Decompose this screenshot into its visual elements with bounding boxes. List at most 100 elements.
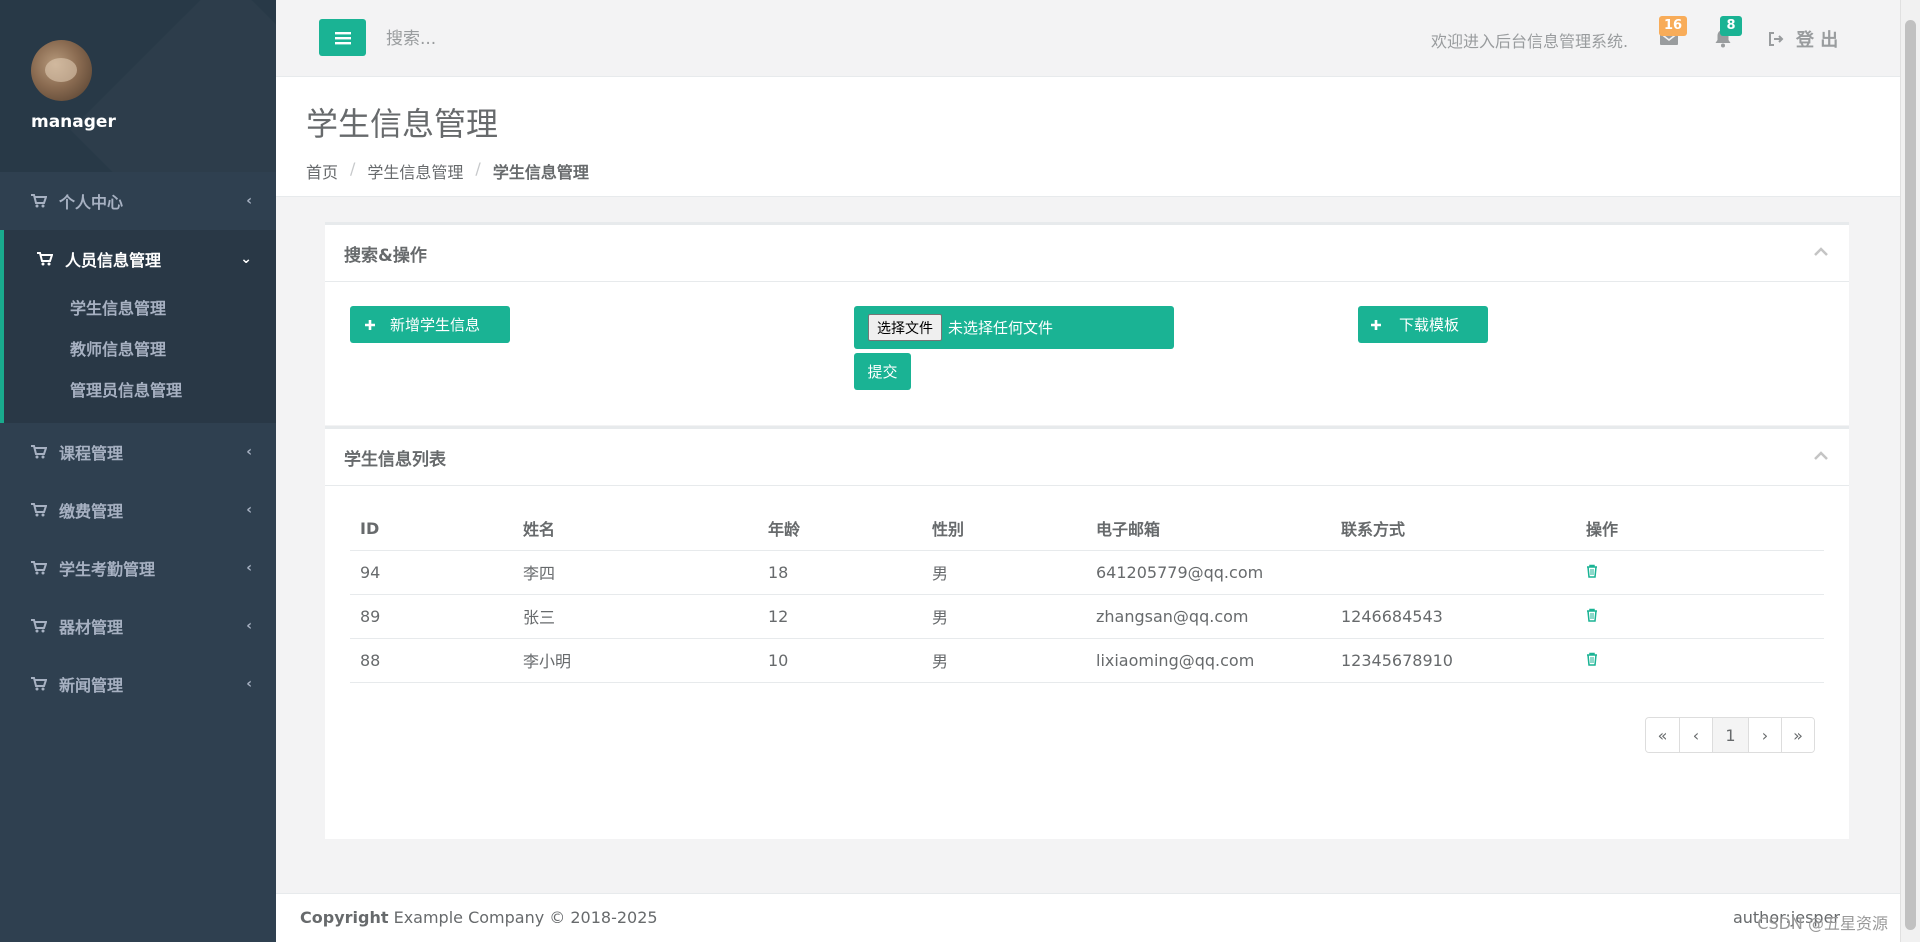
- panel-title-text: 搜索&操作: [344, 246, 427, 266]
- table-row: 89 张三 12 男 zhangsan@qq.com 1246684543: [350, 594, 1824, 639]
- pagination-first[interactable]: «: [1646, 718, 1679, 752]
- sidebar-item-personal-center[interactable]: 个人中心 ‹: [0, 172, 276, 230]
- breadcrumb-home[interactable]: 首页: [306, 159, 338, 183]
- breadcrumb-parent[interactable]: 学生信息管理: [367, 159, 463, 183]
- file-upload-field[interactable]: 选择文件 未选择任何文件: [854, 306, 1174, 349]
- profile-header: manager: [0, 0, 276, 172]
- cell-email: lixiaoming@qq.com: [1086, 638, 1331, 683]
- cart-icon: [37, 252, 53, 266]
- breadcrumb-separator: /: [475, 159, 481, 178]
- page-heading: 学生信息管理 首页 / 学生信息管理 / 学生信息管理: [276, 77, 1900, 197]
- sidebar-link[interactable]: 器材管理 ‹: [0, 597, 276, 655]
- sidebar-link[interactable]: 人员信息管理 ⌄: [4, 230, 276, 288]
- cell-name: 张三: [513, 594, 758, 639]
- logout-button[interactable]: 登 出: [1768, 26, 1838, 52]
- sidebar-item-news[interactable]: 新闻管理 ‹: [0, 655, 276, 713]
- username[interactable]: manager: [31, 112, 276, 132]
- download-template-label: 下载模板: [1399, 316, 1460, 334]
- search-input[interactable]: [386, 22, 686, 56]
- sidebar-item-label: 人员信息管理: [65, 251, 162, 270]
- cart-icon: [31, 619, 47, 633]
- download-template-button[interactable]: 下载模板: [1358, 306, 1488, 343]
- chevron-up-icon[interactable]: [1813, 449, 1829, 461]
- mail-count-badge: 16: [1659, 16, 1688, 36]
- page-scrollbar[interactable]: [1900, 0, 1920, 942]
- pagination-page-1[interactable]: 1: [1712, 718, 1748, 752]
- logout-label: 登 出: [1796, 30, 1839, 51]
- search-operation-panel: 搜索&操作 新增学生信息 选择文件 未选择任何文件 提交 下载模板: [325, 222, 1849, 425]
- column-header-gender[interactable]: 性别: [922, 507, 1086, 551]
- cell-id: 88: [350, 638, 513, 683]
- column-header-id[interactable]: ID: [350, 507, 513, 551]
- sidebar-link[interactable]: 个人中心 ‹: [0, 172, 276, 230]
- menu-toggle-button[interactable]: [319, 19, 366, 56]
- add-student-button[interactable]: 新增学生信息: [350, 306, 510, 343]
- cell-age: 12: [758, 594, 922, 639]
- sidebar: manager 个人中心 ‹ 人员信息管理 ⌄ 学生信息管理 教师信息管理 管理…: [0, 0, 276, 942]
- sidebar-item-label: 新闻管理: [59, 676, 124, 695]
- cell-actions: [1576, 550, 1824, 595]
- trash-icon[interactable]: [1586, 608, 1598, 622]
- pagination-last[interactable]: »: [1781, 718, 1814, 752]
- cell-actions: [1576, 638, 1824, 683]
- chevron-left-icon: ‹: [246, 676, 252, 692]
- sidebar-subitem-student[interactable]: 学生信息管理: [4, 288, 276, 329]
- table-header-row: ID 姓名 年龄 性别 电子邮箱 联系方式 操作: [350, 507, 1824, 551]
- cart-icon: [31, 194, 47, 208]
- column-header-contact[interactable]: 联系方式: [1331, 507, 1576, 551]
- sidebar-subitem-teacher[interactable]: 教师信息管理: [4, 329, 276, 370]
- breadcrumb-separator: /: [350, 159, 356, 178]
- chevron-up-icon[interactable]: [1813, 245, 1829, 257]
- cart-icon: [31, 561, 47, 575]
- column-header-name[interactable]: 姓名: [513, 507, 758, 551]
- table-row: 94 李四 18 男 641205779@qq.com: [350, 550, 1824, 595]
- cart-icon: [31, 503, 47, 517]
- column-header-age[interactable]: 年龄: [758, 507, 922, 551]
- choose-file-button[interactable]: 选择文件: [868, 314, 942, 341]
- top-navbar: 欢迎进入后台信息管理系统. 16 8 登 出: [276, 0, 1900, 77]
- pagination-next[interactable]: ›: [1748, 718, 1781, 752]
- sidebar-link[interactable]: 学生考勤管理 ‹: [0, 539, 276, 597]
- sidebar-item-label: 缴费管理: [59, 502, 124, 521]
- cell-gender: 男: [922, 594, 1086, 639]
- panel-title: 学生信息列表: [325, 429, 1849, 486]
- cell-age: 18: [758, 550, 922, 595]
- chevron-left-icon: ‹: [246, 560, 252, 576]
- sidebar-link[interactable]: 新闻管理 ‹: [0, 655, 276, 713]
- sidebar-item-label: 课程管理: [59, 444, 124, 463]
- scrollbar-thumb[interactable]: [1905, 20, 1916, 930]
- breadcrumb-current: 学生信息管理: [492, 163, 589, 182]
- sidebar-link[interactable]: 缴费管理 ‹: [0, 481, 276, 539]
- cell-gender: 男: [922, 550, 1086, 595]
- cell-name: 李小明: [513, 638, 758, 683]
- plus-icon: [365, 319, 375, 330]
- pagination-prev[interactable]: ‹: [1679, 718, 1712, 752]
- sidebar-menu: 个人中心 ‹ 人员信息管理 ⌄ 学生信息管理 教师信息管理 管理员信息管理 课程…: [0, 172, 276, 713]
- cell-age: 10: [758, 638, 922, 683]
- cell-id: 89: [350, 594, 513, 639]
- student-list-panel: 学生信息列表 ID 姓名 年龄 性别 电子邮箱 联系方式 操作 94 李四 18…: [325, 426, 1849, 839]
- sidebar-item-label: 个人中心: [59, 193, 124, 212]
- trash-icon[interactable]: [1586, 652, 1598, 666]
- sidebar-item-equipment[interactable]: 器材管理 ‹: [0, 597, 276, 655]
- welcome-message: 欢迎进入后台信息管理系统.: [1431, 32, 1629, 51]
- sidebar-link[interactable]: 课程管理 ‹: [0, 423, 276, 481]
- table-row: 88 李小明 10 男 lixiaoming@qq.com 1234567891…: [350, 638, 1824, 683]
- chevron-left-icon: ‹: [246, 618, 252, 634]
- avatar[interactable]: [31, 40, 92, 101]
- add-student-label: 新增学生信息: [390, 316, 481, 334]
- submit-button[interactable]: 提交: [854, 353, 911, 390]
- sidebar-item-course[interactable]: 课程管理 ‹: [0, 423, 276, 481]
- file-status-text: 未选择任何文件: [948, 319, 1054, 337]
- sidebar-item-attendance[interactable]: 学生考勤管理 ‹: [0, 539, 276, 597]
- sidebar-subitem-admin[interactable]: 管理员信息管理: [4, 370, 276, 411]
- sign-out-icon: [1769, 32, 1784, 46]
- chevron-down-icon: ⌄: [240, 251, 252, 267]
- sidebar-item-payment[interactable]: 缴费管理 ‹: [0, 481, 276, 539]
- sidebar-item-personnel[interactable]: 人员信息管理 ⌄ 学生信息管理 教师信息管理 管理员信息管理: [0, 230, 276, 423]
- column-header-email[interactable]: 电子邮箱: [1086, 507, 1331, 551]
- cell-actions: [1576, 594, 1824, 639]
- copyright-text: Example Company © 2018-2025: [393, 908, 658, 927]
- cell-contact: 12345678910: [1331, 638, 1576, 683]
- trash-icon[interactable]: [1586, 564, 1598, 578]
